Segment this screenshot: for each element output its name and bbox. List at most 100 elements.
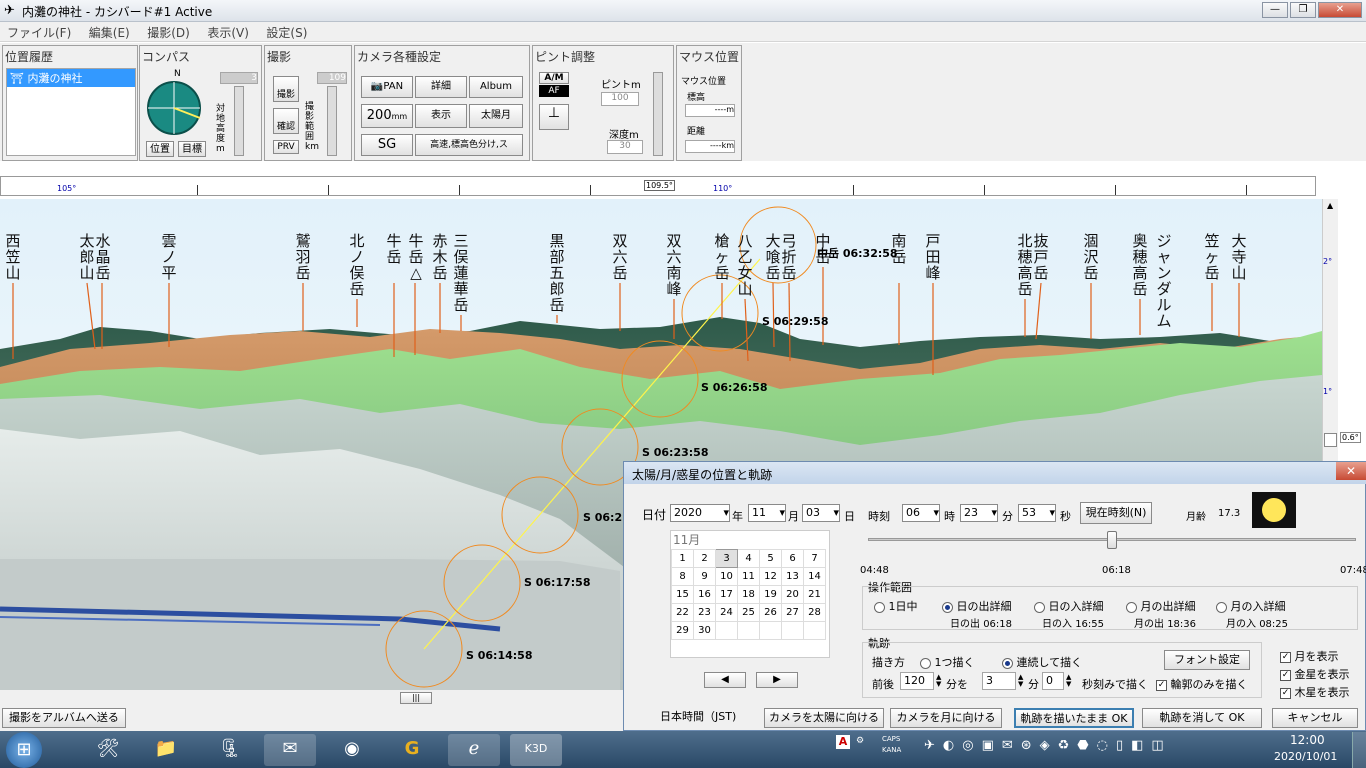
- next-month-icon[interactable]: ▶: [756, 672, 798, 688]
- point-to-moon-button[interactable]: カメラを月に向ける: [890, 708, 1002, 728]
- maximize-button[interactable]: ❐: [1290, 2, 1316, 18]
- calendar-day[interactable]: 16: [693, 585, 716, 604]
- calendar-day[interactable]: 12: [759, 567, 782, 586]
- show-venus-checkbox[interactable]: ✓ 金星を表示: [1280, 666, 1350, 682]
- step-spinner[interactable]: 3: [982, 672, 1016, 690]
- color-mode-button[interactable]: 高速,標高色分け,ス: [415, 134, 523, 156]
- hour-select[interactable]: 06 ▾: [902, 504, 940, 522]
- font-settings-button[interactable]: フォント設定: [1164, 650, 1250, 670]
- range-slider[interactable]: [327, 86, 337, 156]
- prev-month-icon[interactable]: ◀: [704, 672, 746, 688]
- spinner-arrows-icon[interactable]: ▲ ▼: [1066, 674, 1071, 688]
- menu-edit[interactable]: 編集(E): [82, 22, 137, 43]
- spinner-arrows-icon[interactable]: ▲ ▼: [936, 674, 941, 688]
- history-item[interactable]: ⛩ 内灘の神社: [7, 69, 135, 87]
- close-button[interactable]: ✕: [1318, 2, 1362, 18]
- outline-only-checkbox[interactable]: ✓ 輪郭のみを描く: [1156, 676, 1248, 692]
- draw-once-option[interactable]: 1つ描く: [920, 654, 975, 670]
- calendar-day[interactable]: 26: [759, 603, 782, 622]
- calendar-day[interactable]: 17: [715, 585, 738, 604]
- focus-input[interactable]: 100: [601, 92, 639, 106]
- hscroll-thumb[interactable]: |||: [400, 692, 432, 704]
- calendar-day[interactable]: 30: [693, 621, 716, 640]
- menu-view[interactable]: 表示(V): [200, 22, 256, 43]
- archive-app-icon[interactable]: 🗜: [204, 734, 256, 766]
- shoot-button[interactable]: 撮影: [273, 76, 299, 102]
- dialog-close-icon[interactable]: ✕: [1336, 462, 1366, 480]
- second-select[interactable]: 53 ▾: [1018, 504, 1056, 522]
- calendar-day[interactable]: 9: [693, 567, 716, 586]
- album-button[interactable]: Album: [469, 76, 523, 98]
- sg-button[interactable]: SG: [361, 134, 413, 156]
- g-app-icon[interactable]: G: [386, 734, 438, 766]
- calendar-day[interactable]: 23: [693, 603, 716, 622]
- minutes-spinner[interactable]: 120: [900, 672, 934, 690]
- menu-settings[interactable]: 設定(S): [259, 22, 314, 43]
- system-tray[interactable]: ✈◐◎▣✉⊛◈♻⬣◌▯◧◫: [924, 738, 1254, 760]
- focal-length-button[interactable]: 200mm: [361, 104, 413, 128]
- spinner-arrows-icon[interactable]: ▲ ▼: [1018, 674, 1023, 688]
- pan-button[interactable]: 📷PAN: [361, 76, 413, 98]
- confirm-button[interactable]: 確認: [273, 108, 299, 134]
- draw-continuous-option[interactable]: 連続して描く: [1002, 654, 1082, 670]
- firefox-app-icon[interactable]: ◉: [326, 734, 378, 766]
- mail-app-icon[interactable]: ✉: [264, 734, 316, 766]
- calendar-day[interactable]: 11: [737, 567, 760, 586]
- range-option-moonset[interactable]: 月の入詳細: [1216, 598, 1286, 614]
- cancel-button[interactable]: キャンセル: [1272, 708, 1358, 728]
- range-option-allday[interactable]: 1日中: [874, 598, 918, 614]
- history-list[interactable]: ⛩ 内灘の神社: [6, 68, 136, 156]
- show-jupiter-checkbox[interactable]: ✓ 木星を表示: [1280, 684, 1350, 700]
- calendar-day[interactable]: 15: [671, 585, 694, 604]
- ime-mode-icon[interactable]: ⚙: [856, 736, 864, 746]
- calendar-day[interactable]: 8: [671, 567, 694, 586]
- range-option-sunset[interactable]: 日の入詳細: [1034, 598, 1104, 614]
- calendar-day[interactable]: 13: [781, 567, 804, 586]
- prv-button[interactable]: PRV: [273, 140, 299, 154]
- calendar-day[interactable]: 4: [737, 549, 760, 568]
- k3d-app-icon[interactable]: K3D: [510, 734, 562, 766]
- start-button[interactable]: ⊞: [6, 732, 42, 768]
- calendar-day[interactable]: 3: [715, 549, 738, 568]
- range-option-moonrise[interactable]: 月の出詳細: [1126, 598, 1196, 614]
- target-button[interactable]: 目標: [178, 141, 206, 157]
- scroll-up-icon[interactable]: ▲: [1327, 201, 1333, 210]
- calendar-day[interactable]: 1: [671, 549, 694, 568]
- calendar-day[interactable]: 22: [671, 603, 694, 622]
- compass-dial[interactable]: [146, 80, 202, 136]
- day-select[interactable]: 03 ▾: [802, 504, 840, 522]
- calendar-day[interactable]: 27: [781, 603, 804, 622]
- calendar-day[interactable]: 19: [759, 585, 782, 604]
- folder-app-icon[interactable]: 📁: [140, 734, 192, 766]
- ok-keep-track-button[interactable]: 軌跡を描いたまま OK: [1014, 708, 1134, 728]
- minute-select[interactable]: 23 ▾: [960, 504, 998, 522]
- tools-app-icon[interactable]: 🛠: [82, 734, 134, 766]
- ok-clear-track-button[interactable]: 軌跡を消して OK: [1142, 708, 1262, 728]
- minimize-button[interactable]: —: [1262, 2, 1288, 18]
- now-button[interactable]: 現在時刻(N): [1080, 502, 1152, 524]
- time-slider-thumb[interactable]: [1107, 531, 1117, 549]
- calendar-day[interactable]: 5: [759, 549, 782, 568]
- calendar-day[interactable]: 21: [803, 585, 826, 604]
- year-select[interactable]: 2020 ▾: [670, 504, 730, 522]
- calendar-day[interactable]: 2: [693, 549, 716, 568]
- scroll-thumb[interactable]: [1324, 433, 1337, 447]
- height-slider[interactable]: [234, 86, 244, 156]
- depth-input[interactable]: 30: [607, 140, 643, 154]
- show-desktop-button[interactable]: [1352, 732, 1366, 768]
- calendar-day[interactable]: 6: [781, 549, 804, 568]
- calendar-day[interactable]: 29: [671, 621, 694, 640]
- point-to-sun-button[interactable]: カメラを太陽に向ける: [764, 708, 884, 728]
- ime-icon[interactable]: A: [836, 735, 850, 749]
- detail-button[interactable]: 詳細: [415, 76, 467, 98]
- position-button[interactable]: 位置: [146, 141, 174, 157]
- calendar-day[interactable]: 7: [803, 549, 826, 568]
- calendar-day[interactable]: 20: [781, 585, 804, 604]
- calendar-day[interactable]: 10: [715, 567, 738, 586]
- show-moon-checkbox[interactable]: ✓ 月を表示: [1280, 648, 1339, 664]
- focus-slider[interactable]: [653, 72, 663, 156]
- seconds-spinner[interactable]: 0: [1042, 672, 1064, 690]
- focus-target-icon[interactable]: ⊥: [539, 104, 569, 130]
- ie-app-icon[interactable]: ℯ: [448, 734, 500, 766]
- calendar-day[interactable]: 14: [803, 567, 826, 586]
